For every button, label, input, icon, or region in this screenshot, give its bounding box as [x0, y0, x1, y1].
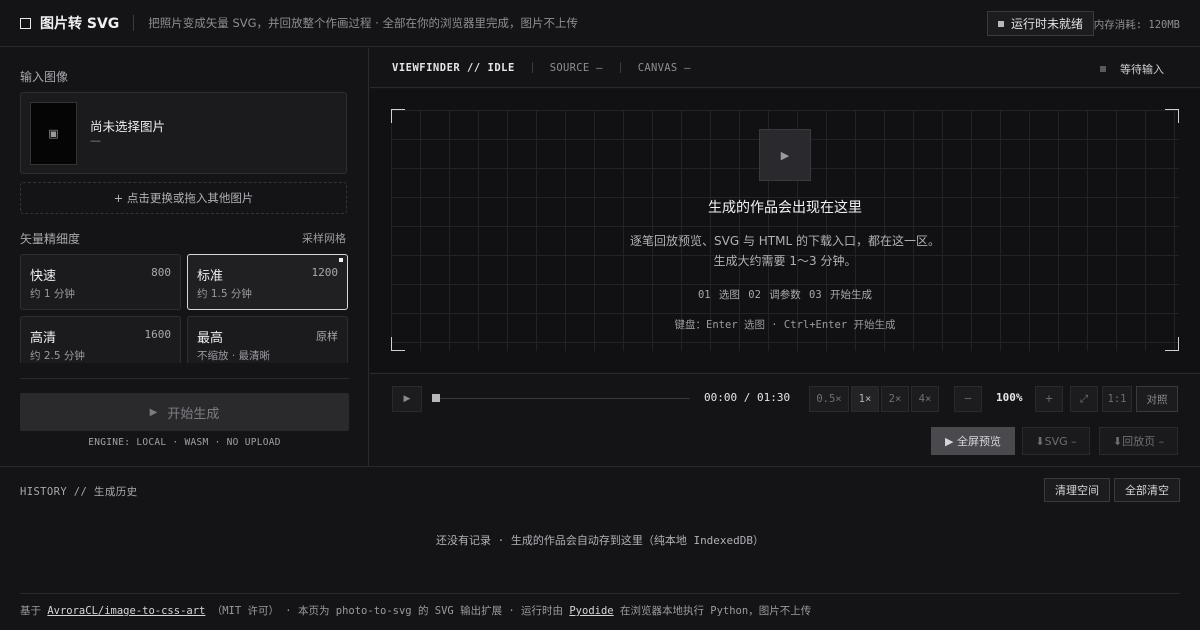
preview-duration: 生成大约需要 1～3 分钟。	[713, 254, 857, 268]
preview-description: 逐笔回放预览、SVG 与 HTML 的下载入口，都在这一区。	[630, 234, 940, 248]
replace-image-button[interactable]: + 点击更换或拖入其他图片	[20, 182, 347, 214]
playback-track[interactable]	[432, 398, 690, 399]
source-readout: SOURCE —	[549, 61, 603, 74]
image-thumbnail: ▣	[30, 102, 77, 165]
option-time: 约 1.5 分钟	[197, 288, 252, 300]
option-value: 1200	[311, 266, 339, 279]
runtime-status-button[interactable]: 运行时未就绪	[986, 11, 1094, 36]
play-icon: ▶	[149, 406, 158, 418]
play-placeholder-icon: ▶	[759, 129, 811, 181]
header-divider	[619, 62, 621, 73]
keyboard-hint: 键盘：Enter 选图 · Ctrl+Enter 开始生成	[674, 319, 896, 331]
option-standard[interactable]: 标准 1200 约 1.5 分钟	[187, 254, 348, 310]
play-icon: ▶	[403, 394, 411, 404]
corner-mark-top-right	[1165, 109, 1179, 123]
corner-mark-bottom-right	[1165, 337, 1179, 351]
footer-suffix: 在浏览器本地执行 Python，图片不上传	[619, 605, 812, 617]
viewfinder-title: VIEWFINDER // IDLE	[392, 61, 515, 74]
player-controls: ▶ 00:00 / 01:30 0.5× 1× 2× 4× − 100% + ⤢…	[370, 373, 1200, 466]
top-bar: 图片转 SVG 把照片变成矢量 SVG，并回放整个作画过程 · 全部在你的浏览器…	[0, 0, 1200, 47]
repo-link[interactable]: AvroraCL/image-to-css-art	[47, 605, 205, 617]
viewfinder-header: VIEWFINDER // IDLE SOURCE — CANVAS — 等待输…	[370, 48, 1200, 88]
option-hd[interactable]: 高清 1600 约 2.5 分钟	[20, 316, 181, 363]
status-indicator: 等待输入	[1100, 61, 1164, 77]
option-time: 约 1 分钟	[30, 288, 75, 300]
option-fast[interactable]: 快速 800 约 1 分钟	[20, 254, 181, 310]
zoom-level: 100%	[996, 391, 1023, 404]
status-square-icon	[997, 20, 1004, 27]
zoom-in-button[interactable]: +	[1035, 386, 1063, 412]
runtime-status-label: 运行时未就绪	[1010, 17, 1083, 31]
option-time: 约 2.5 分钟	[30, 350, 85, 362]
generate-button[interactable]: ▶ 开始生成	[20, 393, 349, 431]
header-divider	[531, 62, 533, 73]
option-value: 原样	[316, 330, 338, 343]
input-label: 输入图像	[20, 70, 69, 84]
image-name: 尚未选择图片	[90, 119, 166, 134]
input-panel: 输入图像 ▣ 尚未选择图片 — + 点击更换或拖入其他图片 矢量精细度 采样网格…	[0, 48, 369, 466]
corner-mark-top-left	[391, 109, 405, 123]
option-name: 最高	[197, 331, 224, 346]
speed-1-button[interactable]: 1×	[851, 386, 879, 412]
preview-steps: 01 选图 02 调参数 03 开始生成	[697, 289, 873, 301]
image-meta: —	[90, 134, 101, 147]
viewfinder-panel: VIEWFINDER // IDLE SOURCE — CANVAS — 等待输…	[370, 48, 1200, 466]
playback-time: 00:00 / 01:30	[704, 391, 791, 404]
option-value: 800	[151, 266, 171, 279]
image-card[interactable]: ▣ 尚未选择图片 —	[20, 92, 347, 174]
option-name: 高清	[30, 331, 57, 346]
playback-thumb[interactable]	[432, 394, 440, 402]
clean-space-button[interactable]: 清理空间	[1044, 478, 1110, 502]
history-label: HISTORY // 生成历史	[20, 486, 138, 498]
status-square-icon	[1100, 66, 1106, 72]
divider	[20, 378, 349, 379]
play-icon: ▶	[780, 148, 790, 162]
fullscreen-preview-button[interactable]: ▶ 全屏预览	[931, 427, 1015, 455]
sampling-grid-link[interactable]: 采样网格	[302, 230, 346, 246]
corner-mark-bottom-left	[391, 337, 405, 351]
fit-screen-icon[interactable]: ⤢	[1070, 386, 1098, 412]
canvas-readout: CANVAS —	[637, 61, 691, 74]
speed-0.5-button[interactable]: 0.5×	[809, 386, 849, 412]
speed-2-button[interactable]: 2×	[881, 386, 909, 412]
play-button[interactable]: ▶	[392, 386, 422, 412]
selected-indicator	[339, 258, 343, 262]
option-max[interactable]: 最高 原样 不缩放 · 最清晰	[187, 316, 348, 363]
generate-label: 开始生成	[167, 406, 220, 422]
zoom-out-button[interactable]: −	[954, 386, 982, 412]
compare-button[interactable]: 对照	[1136, 386, 1178, 412]
title-divider	[133, 15, 135, 31]
speed-4-button[interactable]: 4×	[911, 386, 939, 412]
memory-readout: 内存消耗: 120MB	[1093, 19, 1180, 31]
clear-all-button[interactable]: 全部清空	[1114, 478, 1180, 502]
tagline: 把照片变成矢量 SVG，并回放整个作画过程 · 全部在你的浏览器里完成，图片不上…	[148, 16, 578, 30]
footer-license: （MIT 许可） · 本页为 photo-to-svg 的 SVG 输出扩展 ·…	[211, 605, 564, 617]
detail-label: 矢量精细度	[20, 232, 81, 246]
preview-viewport[interactable]: ▶ 生成的作品会出现在这里 逐笔回放预览、SVG 与 HTML 的下载入口，都在…	[370, 89, 1200, 372]
status-label: 等待输入	[1120, 63, 1164, 76]
image-placeholder-icon: ▣	[48, 127, 59, 140]
option-name: 快速	[30, 269, 57, 284]
engine-note: ENGINE: LOCAL · WASM · NO UPLOAD	[88, 437, 281, 448]
option-value: 1600	[144, 328, 172, 341]
option-name: 标准	[197, 269, 224, 284]
download-replay-button[interactable]: ⬇回放页 –	[1099, 427, 1178, 455]
download-svg-button[interactable]: ⬇SVG –	[1022, 427, 1090, 455]
app-title: 图片转 SVG	[40, 16, 120, 32]
history-empty-message: 还没有记录 · 生成的作品会自动存到这里（纯本地 IndexedDB）	[435, 534, 765, 547]
footer-prefix: 基于	[20, 605, 41, 617]
pyodide-link[interactable]: Pyodide	[569, 605, 613, 617]
footer: 基于 AvroraCL/image-to-css-art （MIT 许可） · …	[20, 593, 1180, 630]
history-section: HISTORY // 生成历史 清理空间 全部清空 还没有记录 · 生成的作品会…	[0, 466, 1200, 594]
logo-icon	[20, 17, 31, 29]
actual-size-button[interactable]: 1:1	[1102, 386, 1132, 412]
option-time: 不缩放 · 最清晰	[197, 350, 271, 362]
preview-heading: 生成的作品会出现在这里	[708, 200, 862, 216]
